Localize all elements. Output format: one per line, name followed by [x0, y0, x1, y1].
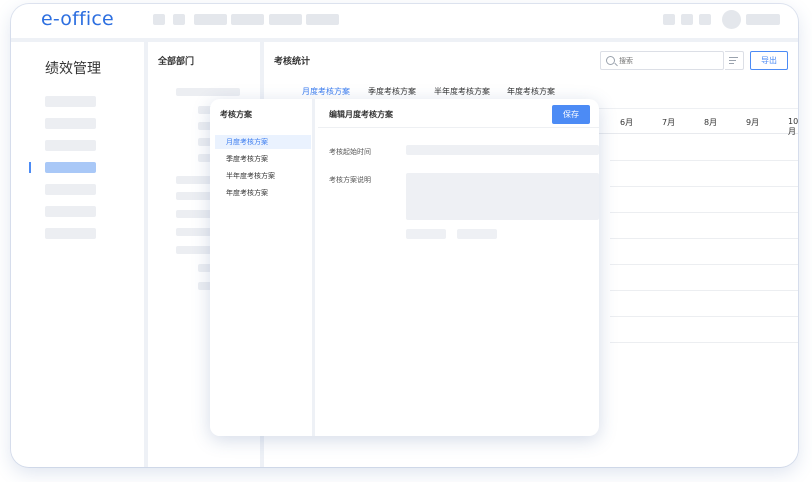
tab-half-year[interactable]: 半年度考核方案 [434, 86, 490, 97]
scheme-list: 考核方案 月度考核方案 季度考核方案 半年度考核方案 年度考核方案 [210, 99, 315, 436]
nav-item[interactable] [45, 140, 96, 151]
topbar-icon-placeholder[interactable] [699, 14, 711, 25]
nav-item[interactable] [45, 184, 96, 195]
description-textarea[interactable] [406, 173, 599, 220]
filter-icon-line [729, 63, 734, 65]
scheme-editor: 编辑月度考核方案 保存 考核起始时间 考核方案说明 [318, 99, 599, 436]
app-logo[interactable]: e-office [41, 8, 114, 30]
page-title: 考核统计 [274, 57, 311, 67]
nav-active-indicator [29, 162, 31, 173]
nav-item[interactable] [45, 206, 96, 217]
table-row-divider [610, 238, 798, 239]
topbar-placeholder[interactable] [153, 14, 165, 25]
table-row-divider [610, 264, 798, 265]
tab-monthly[interactable]: 月度考核方案 [302, 86, 350, 102]
nav-item[interactable] [45, 96, 96, 107]
scheme-list-title: 考核方案 [220, 110, 252, 119]
topbar-icon-placeholder[interactable] [663, 14, 675, 25]
topbar-placeholder[interactable] [194, 14, 227, 25]
filter-icon [729, 57, 738, 59]
scheme-item-quarterly[interactable]: 季度考核方案 [215, 152, 311, 166]
table-row-divider [610, 212, 798, 213]
table-row-divider [610, 160, 798, 161]
topbar-icon-placeholder[interactable] [681, 14, 693, 25]
export-button[interactable]: 导出 [750, 51, 788, 70]
module-title: 绩效管理 [45, 61, 101, 77]
topbar-placeholder[interactable] [173, 14, 185, 25]
left-nav: 绩效管理 [11, 42, 144, 467]
filter-button[interactable] [725, 51, 744, 70]
table-row-divider [610, 316, 798, 317]
month-header: 7月 [662, 118, 676, 127]
option-placeholder[interactable] [457, 229, 497, 239]
nav-item-active[interactable] [45, 162, 96, 173]
filter-icon-line [729, 60, 736, 62]
scheme-item-yearly[interactable]: 年度考核方案 [215, 186, 311, 200]
department-panel-title: 全部部门 [158, 57, 195, 67]
tab-yearly[interactable]: 年度考核方案 [507, 86, 555, 97]
topbar-placeholder[interactable] [269, 14, 302, 25]
start-time-input[interactable] [406, 145, 599, 155]
scheme-editor-title: 编辑月度考核方案 [329, 110, 393, 119]
nav-item[interactable] [45, 118, 96, 129]
month-header: 6月 [620, 118, 634, 127]
tab-quarterly[interactable]: 季度考核方案 [368, 86, 416, 97]
option-placeholder[interactable] [406, 229, 446, 239]
save-button[interactable]: 保存 [552, 105, 590, 124]
start-time-label: 考核起始时间 [329, 148, 371, 156]
search-input[interactable] [619, 54, 719, 67]
month-header: 8月 [704, 118, 718, 127]
avatar[interactable] [722, 10, 741, 29]
scheme-editor-header: 编辑月度考核方案 保存 [318, 99, 599, 128]
user-name-placeholder[interactable] [746, 14, 780, 25]
dept-tree-item[interactable] [176, 88, 240, 96]
description-label: 考核方案说明 [329, 176, 371, 184]
scheme-item-half-year[interactable]: 半年度考核方案 [215, 169, 311, 183]
search-box[interactable] [600, 51, 724, 70]
table-row-divider [610, 342, 798, 343]
edit-scheme-modal: 考核方案 月度考核方案 季度考核方案 半年度考核方案 年度考核方案 编辑月度考核… [210, 99, 599, 436]
table-row-divider [610, 186, 798, 187]
top-bar: e-office [11, 4, 798, 38]
nav-item[interactable] [45, 228, 96, 239]
topbar-placeholder[interactable] [306, 14, 339, 25]
month-header: 9月 [746, 118, 760, 127]
topbar-placeholder[interactable] [231, 14, 264, 25]
scheme-item-monthly[interactable]: 月度考核方案 [215, 135, 311, 149]
month-header: 10月 [788, 117, 798, 136]
table-row-divider [610, 290, 798, 291]
search-icon [606, 56, 615, 65]
